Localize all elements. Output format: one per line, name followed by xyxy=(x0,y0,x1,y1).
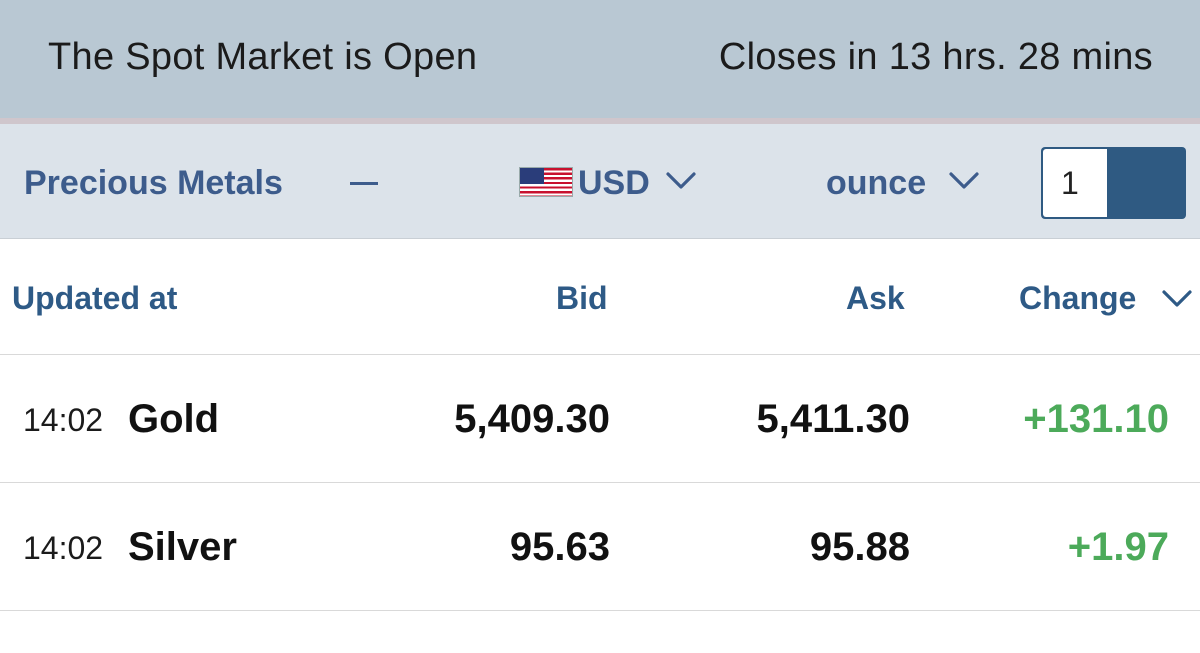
table-row[interactable]: 14:02 Silver 95.63 95.88 +1.97 xyxy=(0,483,1200,611)
table-row[interactable]: 14:02 Gold 5,409.30 5,411.30 +131.10 xyxy=(0,355,1200,483)
unit-selector[interactable]: ounce xyxy=(826,164,926,203)
price-change: +1.97 xyxy=(1067,525,1169,569)
ask-price: 5,411.30 xyxy=(756,397,911,441)
quantity-input[interactable]: 1 xyxy=(1043,149,1107,217)
header-updated-at: Updated at xyxy=(12,280,178,316)
market-status-bar: The Spot Market is Open Closes in 13 hrs… xyxy=(0,0,1200,118)
us-flag-icon xyxy=(519,167,573,197)
ask-price: 95.88 xyxy=(809,525,910,569)
chevron-down-icon[interactable] xyxy=(948,166,980,194)
quantity-control[interactable]: 1 xyxy=(1041,147,1186,219)
header-bid: Bid xyxy=(556,280,608,316)
market-open-status: The Spot Market is Open xyxy=(48,36,478,78)
currency-selector[interactable]: USD xyxy=(578,164,650,203)
category-selector[interactable]: Precious Metals xyxy=(24,164,283,203)
market-close-countdown: Closes in 13 hrs. 28 mins xyxy=(718,36,1153,78)
toolbar: Precious Metals USD ounce 1 xyxy=(0,124,1200,239)
chevron-down-icon[interactable] xyxy=(665,166,697,194)
collapse-dash-icon[interactable] xyxy=(350,182,378,185)
price-change: +131.10 xyxy=(1023,397,1169,441)
header-ask: Ask xyxy=(846,280,905,316)
chevron-down-icon[interactable] xyxy=(1160,286,1194,312)
header-change[interactable]: Change xyxy=(1019,280,1136,317)
metal-name: Gold xyxy=(128,397,220,441)
table-header: Updated at Bid Ask Change xyxy=(0,240,1200,355)
updated-time: 14:02 xyxy=(23,530,104,566)
updated-time: 14:02 xyxy=(23,402,104,438)
bid-price: 5,409.30 xyxy=(454,397,610,441)
bid-price: 95.63 xyxy=(509,525,610,569)
metal-name: Silver xyxy=(128,525,237,569)
